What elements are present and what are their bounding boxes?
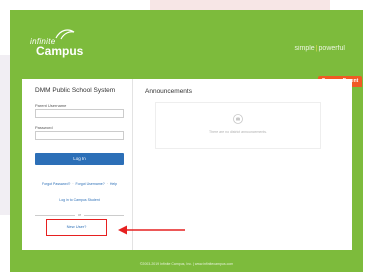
help-links: Forgot Password? · Forgot Username? · He…	[35, 182, 124, 186]
tagline-pipe: |	[315, 45, 318, 52]
or-divider: or	[35, 213, 124, 218]
district-title: DMM Public School System	[35, 87, 116, 94]
username-input[interactable]	[35, 109, 124, 118]
login-button[interactable]: Log In	[35, 153, 124, 165]
password-label: Password	[35, 125, 53, 130]
forgot-password-link[interactable]: Forgot Password?	[42, 182, 70, 186]
arrow-icon	[118, 225, 185, 235]
link-separator: ·	[106, 182, 108, 186]
background-panel-top	[150, 0, 330, 10]
logo-swoosh-icon	[55, 29, 75, 40]
bell-icon	[233, 114, 243, 124]
announcements-title: Announcements	[145, 88, 192, 95]
announcements-box: There are no district announcements.	[155, 102, 321, 149]
password-input[interactable]	[35, 131, 124, 140]
student-login-link[interactable]: Log in to Campus Student	[35, 198, 124, 202]
footer-text: ©2003-2019 Infinite Campus, Inc. | www.i…	[139, 262, 234, 266]
highlight-box	[46, 219, 107, 236]
link-separator: ·	[72, 182, 74, 186]
help-link[interactable]: Help	[110, 182, 117, 186]
tagline: simple|powerful	[294, 45, 345, 52]
forgot-username-link[interactable]: Forgot Username?	[76, 182, 105, 186]
announcements-empty-text: There are no district announcements.	[209, 130, 267, 134]
logo-line2: Campus	[36, 44, 84, 58]
tagline-left: simple	[294, 45, 315, 52]
content-panel: DMM Public School System Parent Username…	[22, 79, 352, 250]
tagline-right: powerful	[318, 45, 345, 52]
username-label: Parent Username	[35, 103, 67, 108]
or-text: or	[75, 213, 84, 218]
